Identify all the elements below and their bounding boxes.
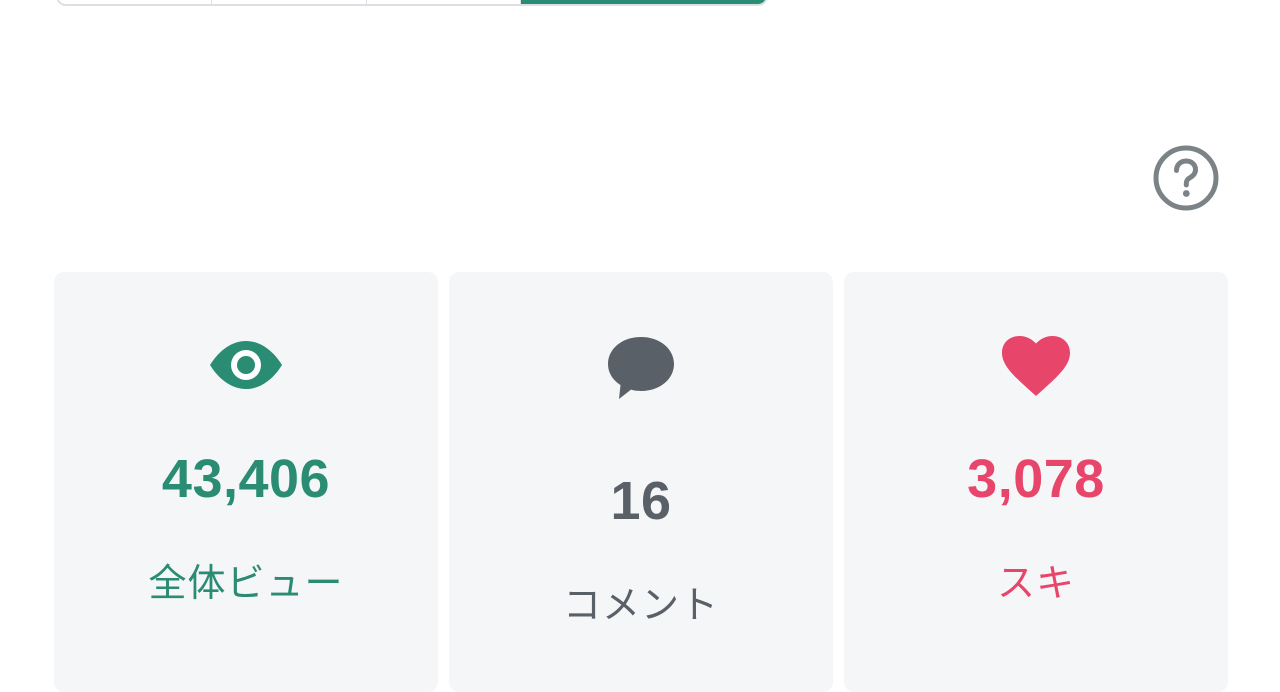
heart-icon (1002, 336, 1070, 396)
views-card: 43,406 全体ビュー (54, 272, 438, 692)
comments-card: 16 コメント (449, 272, 833, 692)
help-button[interactable] (1152, 144, 1220, 212)
question-circle-icon (1153, 145, 1219, 211)
likes-label: スキ (996, 561, 1075, 605)
period-option-3[interactable] (366, 0, 521, 4)
period-selector (56, 0, 768, 6)
likes-card: 3,078 スキ (844, 272, 1228, 692)
comments-label: コメント (562, 583, 719, 627)
period-option-4-selected[interactable] (520, 0, 766, 4)
views-count: 43,406 (161, 449, 331, 509)
eye-icon (210, 341, 282, 389)
period-option-2[interactable] (212, 0, 367, 4)
views-label: 全体ビュー (148, 561, 344, 605)
period-option-1[interactable] (58, 0, 213, 4)
likes-count: 3,078 (967, 449, 1105, 509)
comments-count: 16 (610, 471, 672, 531)
speech-bubble-icon (608, 337, 674, 399)
stats-cards: 43,406 全体ビュー 16 コメント 3,078 スキ (54, 272, 1228, 692)
